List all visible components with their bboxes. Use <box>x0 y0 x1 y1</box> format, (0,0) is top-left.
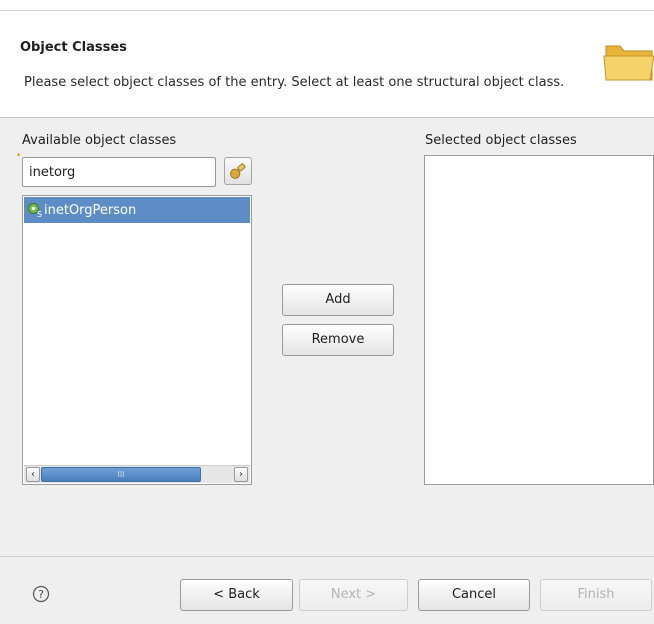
selected-classes-label: Selected object classes <box>425 133 577 148</box>
footer-divider <box>0 556 654 557</box>
remove-button[interactable]: Remove <box>282 324 394 356</box>
back-button[interactable]: < Back <box>180 579 293 611</box>
filter-input[interactable] <box>22 157 216 187</box>
svg-text:S: S <box>37 210 42 218</box>
next-button[interactable]: Next > <box>299 579 408 611</box>
svg-text:?: ? <box>38 588 44 601</box>
selected-classes-list[interactable] <box>424 155 654 485</box>
help-icon[interactable]: ? <box>32 585 50 603</box>
page-title: Object Classes <box>20 40 127 55</box>
finish-button[interactable]: Finish <box>540 579 652 611</box>
object-class-icon: S <box>28 203 42 218</box>
add-button[interactable]: Add <box>282 284 394 316</box>
page-description: Please select object classes of the entr… <box>24 75 565 90</box>
list-item-label: inetOrgPerson <box>44 202 137 218</box>
available-classes-label: Available object classes <box>22 133 177 148</box>
scroll-right-button[interactable]: › <box>234 467 248 482</box>
browse-button[interactable] <box>224 157 252 185</box>
wizard-header: Object Classes Please select object clas… <box>0 0 654 118</box>
folder-icon <box>603 45 654 81</box>
header-top-divider <box>0 10 654 11</box>
browse-icon <box>230 163 246 179</box>
available-classes-list[interactable]: S inetOrgPerson ‹ III › <box>22 195 252 485</box>
scroll-left-button[interactable]: ‹ <box>26 467 40 482</box>
list-item[interactable]: S inetOrgPerson <box>24 197 250 223</box>
scroll-thumb[interactable]: III <box>41 467 201 482</box>
cancel-button[interactable]: Cancel <box>418 579 530 611</box>
horizontal-scrollbar[interactable]: ‹ III › <box>24 465 250 483</box>
